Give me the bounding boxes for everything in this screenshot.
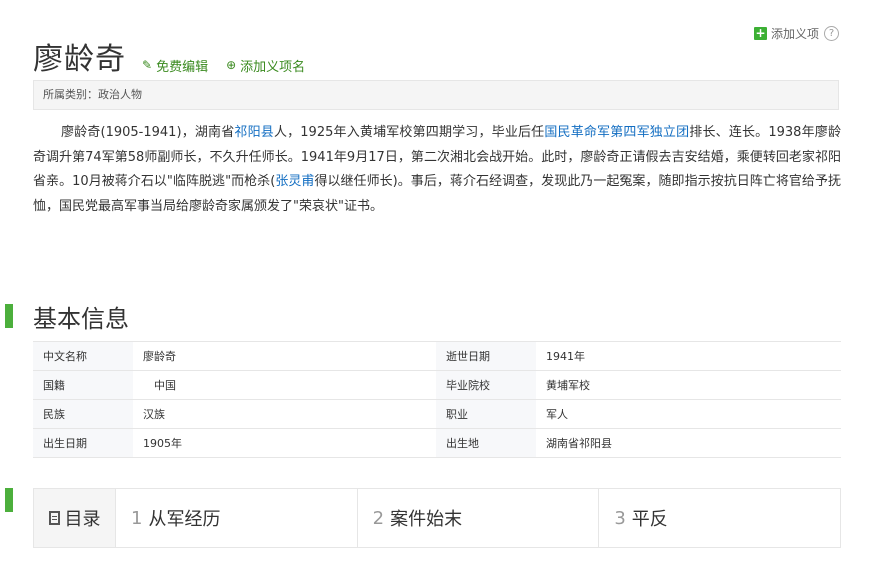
table-row: 国籍 中国 毕业院校 黄埔军校 (33, 370, 841, 400)
toc-num: 2 (372, 507, 385, 529)
toc-num: 1 (131, 507, 143, 529)
info-value: 黄埔军校 (536, 370, 841, 400)
info-value: 中国 (133, 370, 436, 400)
info-key: 毕业院校 (436, 370, 536, 400)
free-edit-button[interactable]: ✎ 免费编辑 (142, 56, 208, 75)
info-value: 1941年 (536, 341, 841, 371)
info-key: 职业 (436, 399, 536, 429)
info-value: 军人 (536, 399, 841, 429)
basic-info-heading: 基本信息 (33, 305, 129, 333)
basic-info-table: 中文名称 廖龄奇 逝世日期 1941年 国籍 中国 毕业院校 黄埔军校 民族 汉… (33, 341, 841, 458)
toc-item-label[interactable]: 从军经历 (148, 505, 220, 531)
toc-item-case-details[interactable]: 2 案件始末 (358, 489, 600, 547)
summary-text-1: 廖龄奇(1905-1941)，湖南省 (61, 125, 235, 140)
link-independent-regiment[interactable]: 国民革命军第四军独立团 (544, 125, 689, 140)
info-value: 湖南省祁阳县 (536, 428, 841, 458)
add-sense-label[interactable]: 添加义项 (771, 25, 819, 42)
help-icon[interactable]: ? (824, 26, 839, 41)
info-key: 逝世日期 (436, 341, 536, 371)
toc-item-label[interactable]: 案件始末 (390, 505, 462, 531)
add-name-icon: ⊕ (226, 58, 237, 72)
section-marker (5, 304, 13, 328)
toc-item-rehabilitation[interactable]: 3 平反 (599, 489, 840, 547)
info-key: 出生地 (436, 428, 536, 458)
table-of-contents: 目录 1 从军经历 2 案件始末 3 平反 (33, 488, 841, 548)
toc-label: 目录 (64, 509, 101, 530)
page-title: 廖龄奇 (33, 42, 126, 77)
toc-item-label[interactable]: 平反 (632, 505, 668, 531)
catalog-icon (48, 511, 60, 525)
add-sense-link[interactable]: + 添加义项 ? (753, 25, 839, 42)
link-zhang-lingfu[interactable]: 张灵甫 (275, 174, 314, 189)
title-row: 廖龄奇 ✎ 免费编辑 ⊕ 添加义项名 (33, 34, 305, 78)
pencil-icon: ✎ (142, 58, 153, 72)
add-sense-name-button[interactable]: ⊕ 添加义项名 (226, 56, 305, 75)
info-key: 中文名称 (33, 341, 133, 371)
plus-icon: + (753, 26, 767, 40)
info-key: 出生日期 (33, 428, 133, 458)
table-row: 中文名称 廖龄奇 逝世日期 1941年 (33, 341, 841, 371)
table-row: 出生日期 1905年 出生地 湖南省祁阳县 (33, 428, 841, 458)
info-value: 汉族 (133, 399, 436, 429)
info-key: 国籍 (33, 370, 133, 400)
toc-item-military-career[interactable]: 1 从军经历 (116, 489, 358, 547)
summary-text-2: 人，1925年入黄埔军校第四期学习，毕业后任 (273, 125, 545, 140)
info-value: 廖龄奇 (133, 341, 436, 371)
category-bar: 所属类别：政治人物 (33, 80, 839, 110)
table-row: 民族 汉族 职业 军人 (33, 399, 841, 429)
summary-paragraph: 廖龄奇(1905-1941)，湖南省祁阳县人，1925年入黄埔军校第四期学习，毕… (33, 121, 841, 219)
add-sense-name-label[interactable]: 添加义项名 (240, 56, 305, 75)
link-qiyang-county[interactable]: 祁阳县 (234, 125, 274, 140)
toc-num: 3 (614, 507, 626, 529)
info-value: 1905年 (133, 428, 436, 458)
toc-section-marker (5, 488, 13, 512)
info-key: 民族 (33, 399, 133, 429)
free-edit-label[interactable]: 免费编辑 (156, 56, 208, 75)
toc-header: 目录 (34, 489, 116, 547)
